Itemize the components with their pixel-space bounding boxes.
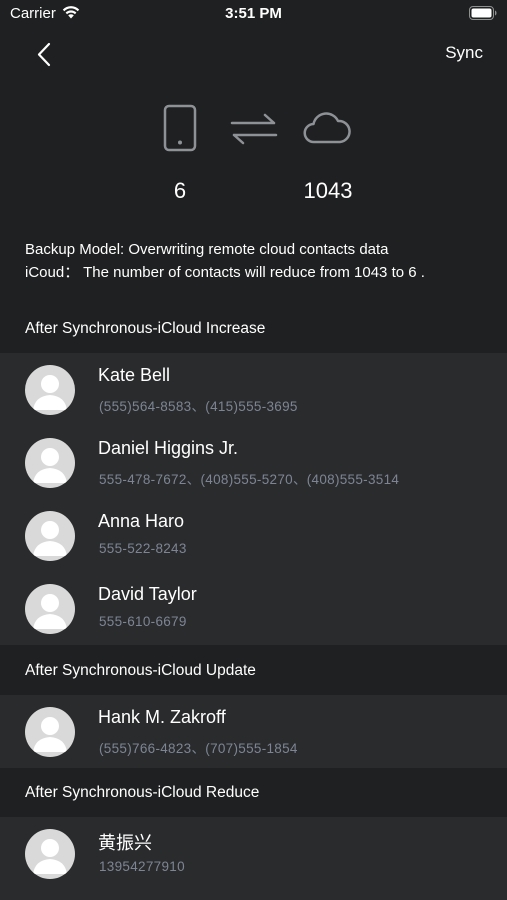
section-header-increase: After Synchronous-iCloud Increase [0, 305, 507, 353]
section-title: After Synchronous-iCloud Reduce [25, 784, 260, 801]
list-item[interactable]: 黄振兴 13954277910 [0, 817, 507, 890]
contact-phones: 555-478-7672、(408)555-5270、(408)555-3514 [99, 472, 400, 487]
list-item[interactable]: Daniel Higgins Jr. 555-478-7672、(408)555… [0, 426, 507, 499]
avatar [25, 829, 75, 879]
avatar [25, 438, 75, 488]
backup-description: Backup Model: Overwriting remote cloud c… [25, 238, 495, 284]
increase-contact-list: Kate Bell (555)564-8583、(415)555-3695 Da… [0, 353, 507, 645]
contact-name: 黄振兴 [98, 833, 152, 853]
contact-name: Daniel Higgins Jr. [98, 438, 239, 458]
section-header-update: After Synchronous-iCloud Update [0, 647, 507, 695]
cloud-contacts-count: 1043 [303, 178, 353, 203]
section-title: After Synchronous-iCloud Increase [25, 320, 266, 337]
reduce-contact-list: 黄振兴 13954277910 [0, 817, 507, 900]
contact-name: Anna Haro [98, 511, 185, 531]
list-item[interactable]: Hank M. Zakroff (555)766-4823、(707)555-1… [0, 695, 507, 768]
update-contact-list: Hank M. Zakroff (555)766-4823、(707)555-1… [0, 695, 507, 768]
contact-phones: (555)766-4823、(707)555-1854 [99, 741, 298, 756]
battery-icon [469, 6, 497, 25]
navigation-bar: Sync [0, 30, 507, 78]
phone-icon [163, 104, 197, 157]
contact-phones: (555)564-8583、(415)555-3695 [99, 399, 298, 414]
contact-name: Kate Bell [98, 365, 171, 385]
contact-name: Hank M. Zakroff [98, 707, 226, 727]
contact-name: David Taylor [98, 584, 197, 604]
list-item[interactable]: Kate Bell (555)564-8583、(415)555-3695 [0, 353, 507, 426]
list-item[interactable]: David Taylor 555-610-6679 [0, 572, 507, 645]
avatar [25, 511, 75, 561]
section-header-reduce: After Synchronous-iCloud Reduce [0, 769, 507, 817]
backup-model-text: Backup Model: Overwriting remote cloud c… [25, 241, 389, 258]
avatar [25, 707, 75, 757]
local-contacts-count: 6 [173, 178, 187, 203]
sync-button[interactable]: Sync [445, 43, 483, 63]
avatar [25, 365, 75, 415]
cloud-icon [302, 110, 352, 151]
contact-phones: 555-522-8243 [99, 541, 187, 556]
chevron-left-icon [37, 42, 51, 67]
icloud-change-text: iCoud： The number of contacts will reduc… [25, 264, 425, 281]
contact-phones: 555-610-6679 [99, 614, 187, 629]
list-item[interactable]: Anna Haro 555-522-8243 [0, 499, 507, 572]
contact-phones: 13954277910 [99, 859, 185, 874]
swap-arrows-icon [230, 112, 278, 151]
avatar [25, 584, 75, 634]
clock: 3:51 PM [225, 5, 282, 22]
sync-direction-graphic [0, 100, 507, 160]
status-bar: Carrier 3:51 PM [0, 0, 507, 30]
back-button[interactable] [30, 40, 60, 70]
section-title: After Synchronous-iCloud Update [25, 662, 256, 679]
